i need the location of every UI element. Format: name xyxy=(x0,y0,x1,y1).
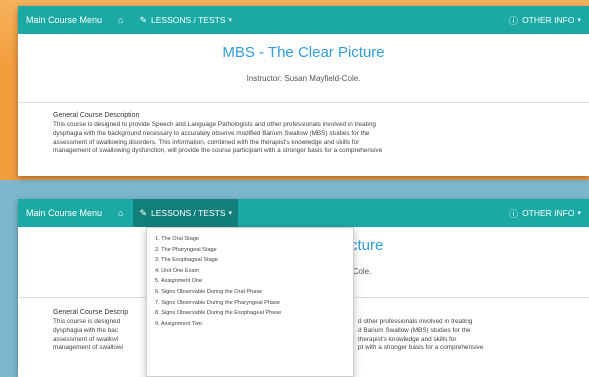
chevron-down-icon: ▾ xyxy=(228,17,233,24)
description-line: This course is designed to provide Speec… xyxy=(53,121,376,128)
other-info-menu[interactable]: ⓘ OTHER INFO ▾ xyxy=(503,199,589,227)
lessons-tests-menu[interactable]: ✎ LESSONS / TESTS ▾ xyxy=(133,199,239,227)
description-line: assessment of swallowing disorders. This… xyxy=(53,138,360,146)
description-line-right: therapist's knowledge and skills for xyxy=(358,335,457,343)
lessons-tests-menu[interactable]: ✎ LESSONS / TESTS ▾ xyxy=(133,6,238,34)
main-course-menu-link[interactable]: Main Course Menu xyxy=(18,199,112,227)
home-button[interactable]: ⌂ xyxy=(112,199,133,227)
info-icon: ⓘ xyxy=(509,208,519,219)
chevron-down-icon: ▾ xyxy=(577,17,581,24)
menu-item-signs-pharyngeal-phase[interactable]: 7. Signs Observable During the Pharyngea… xyxy=(147,298,353,309)
menu-item-pharyngeal-stage[interactable]: 2. The Pharyngeal Stage xyxy=(147,245,353,256)
menu-item-signs-oral-phase[interactable]: 6. Signs Observable During the Oral Phas… xyxy=(147,287,353,298)
menu-item-assignment-two[interactable]: 9. Assignment Two xyxy=(147,319,353,330)
home-icon: ⌂ xyxy=(118,208,124,218)
description-line: management of swallowing dysfunction, wi… xyxy=(53,147,383,155)
other-info-label: OTHER INFO xyxy=(522,208,575,218)
menu-item-assignment-one[interactable]: 5. Assignment One xyxy=(147,276,353,287)
page-content: MBS - The Clear Picture Instructor: Susa… xyxy=(18,34,589,176)
lessons-dropdown-menu: 1. The Oral Stage 2. The Pharyngeal Stag… xyxy=(146,227,354,377)
dropdown-open-screenshot: Main Course Menu ⌂ ✎ LESSONS / TESTS ▾ ⓘ… xyxy=(18,199,589,377)
description-line-right: d Barium Swallow (MBS) studies for the xyxy=(358,326,471,334)
home-button[interactable]: ⌂ xyxy=(112,6,133,34)
menu-item-signs-esophageal-phase[interactable]: 8. Signs Observable During the Esophagea… xyxy=(147,308,353,319)
course-description-right: d other professionals involved in treati… xyxy=(358,318,578,353)
description-heading-partial: General Course Descrip xyxy=(53,309,129,316)
description-line: dysphagia with the background necessary … xyxy=(53,129,370,137)
menu-item-oral-stage[interactable]: 1. The Oral Stage xyxy=(147,234,353,245)
divider xyxy=(18,102,589,103)
description-line-right: d other professionals involved in treati… xyxy=(358,318,473,325)
description-line-right: pt with a stronger basis for a comprehen… xyxy=(358,344,484,352)
menu-item-esophageal-stage[interactable]: 3. The Esophageal Stage xyxy=(147,255,353,266)
navbar: Main Course Menu ⌂ ✎ LESSONS / TESTS ▾ ⓘ… xyxy=(18,199,589,227)
pencil-icon: ✎ xyxy=(139,14,148,25)
home-icon: ⌂ xyxy=(118,15,124,25)
other-info-menu[interactable]: ⓘ OTHER INFO ▾ xyxy=(503,6,589,34)
menu-item-unit-one-exam[interactable]: 4. Unit One Exam xyxy=(147,266,353,277)
info-icon: ⓘ xyxy=(509,15,519,26)
navbar: Main Course Menu ⌂ ✎ LESSONS / TESTS ▾ ⓘ… xyxy=(18,6,589,34)
page-title: MBS - The Clear Picture xyxy=(222,44,385,61)
lessons-tests-label: LESSONS / TESTS xyxy=(151,15,226,25)
pencil-icon: ✎ xyxy=(139,207,148,218)
main-course-menu-link[interactable]: Main Course Menu xyxy=(18,6,112,34)
course-description: This course is designed to provide Speec… xyxy=(53,121,573,156)
page-title-partial: cture xyxy=(350,237,384,254)
chevron-down-icon: ▾ xyxy=(228,210,233,217)
other-info-label: OTHER INFO xyxy=(522,15,575,25)
description-heading: General Course Description xyxy=(53,112,140,119)
chevron-down-icon: ▾ xyxy=(577,210,581,217)
instructor-name: Instructor: Susan Mayfield-Cole. xyxy=(246,74,361,83)
lessons-tests-label: LESSONS / TESTS xyxy=(151,208,226,218)
course-page-screenshot: Main Course Menu ⌂ ✎ LESSONS / TESTS ▾ ⓘ… xyxy=(18,6,589,176)
